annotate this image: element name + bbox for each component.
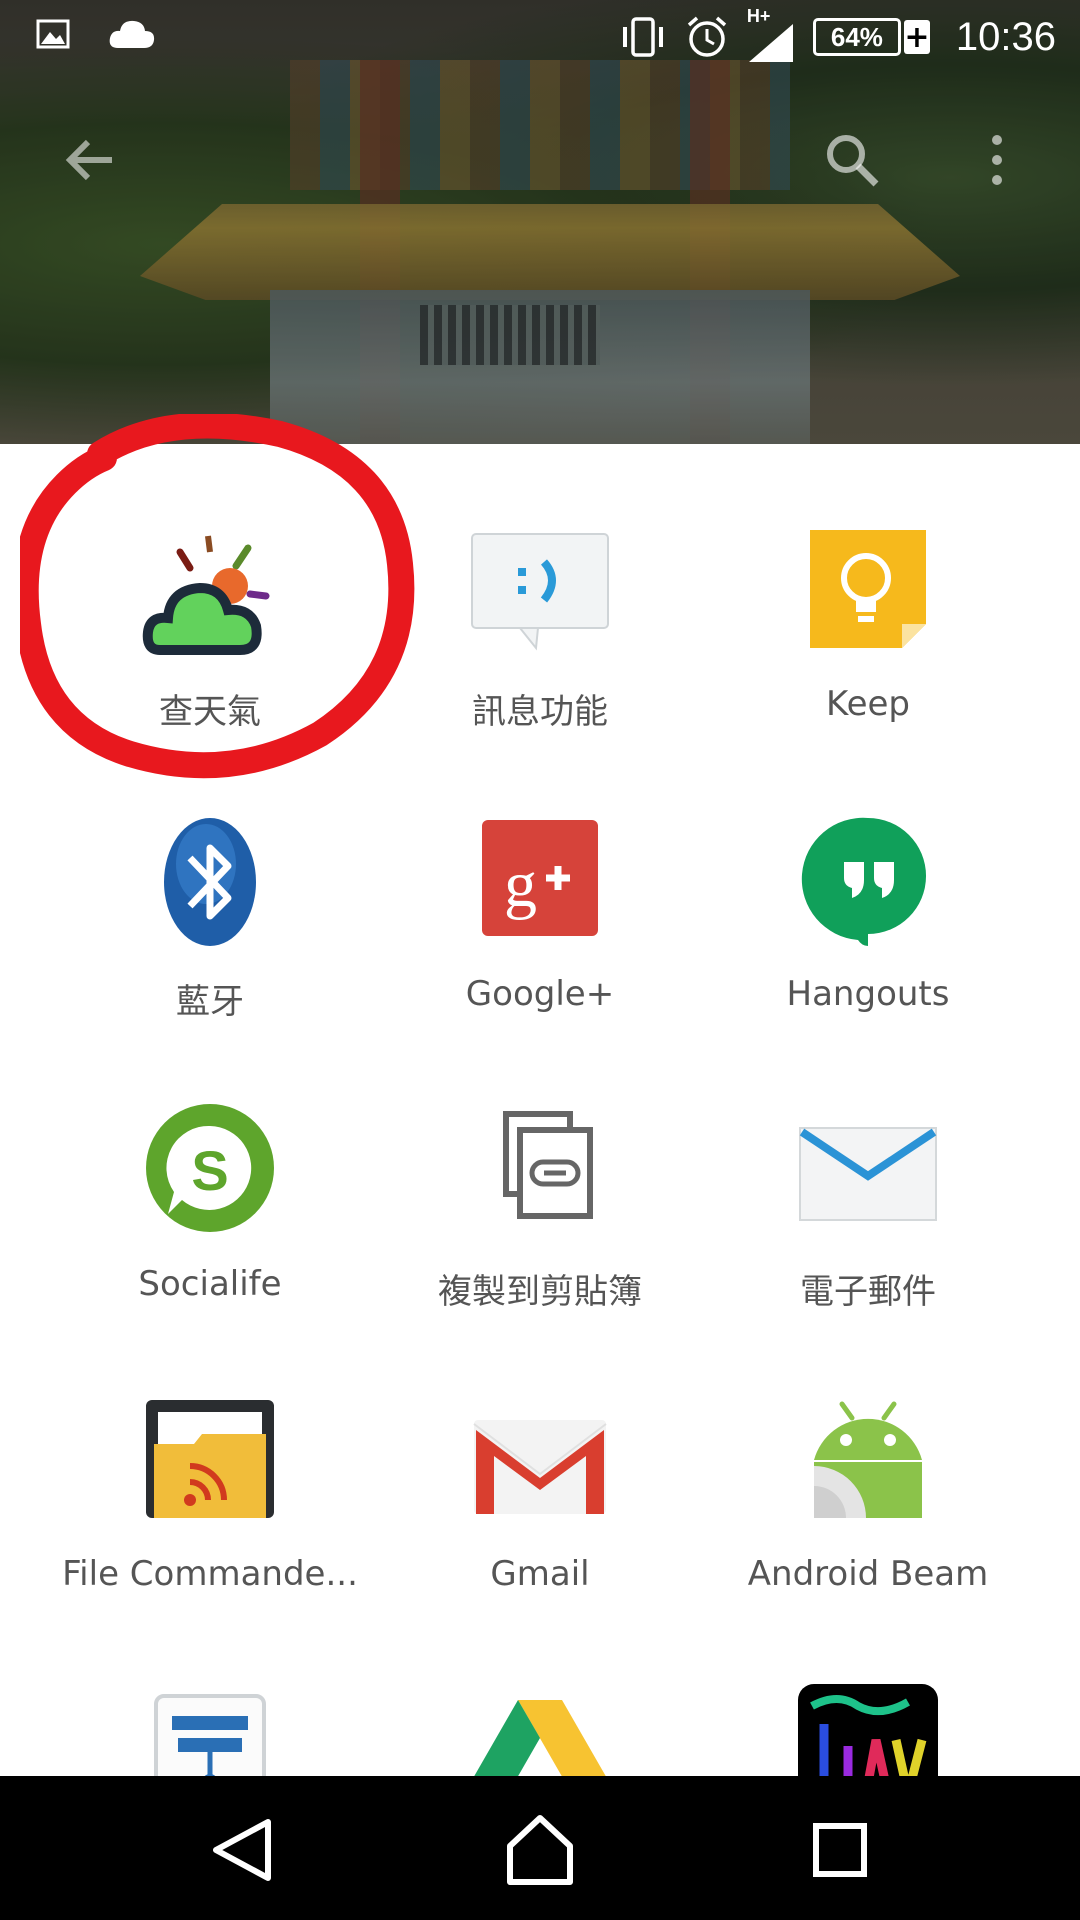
share-target-keep[interactable]: Keep <box>698 444 1038 724</box>
share-target-label: Keep <box>825 684 911 724</box>
hangouts-icon <box>801 817 927 946</box>
status-bar: H+ 64% + 10:36 <box>0 0 1080 75</box>
email-envelope-icon <box>799 1127 937 1221</box>
tiny-app-icon <box>798 1684 938 1776</box>
signal-icon: H+ <box>747 6 795 62</box>
share-target-label: 訊息功能 <box>472 692 608 732</box>
share-target-copy-clipboard[interactable]: 複製到剪貼簿 <box>370 1024 710 1312</box>
weather-cloud-icon <box>142 535 270 655</box>
share-target-label: Google+ <box>465 974 615 1014</box>
share-target-label: File Commande... <box>62 1554 358 1594</box>
google-plus-icon: g <box>482 820 598 936</box>
bluetooth-icon <box>164 818 256 946</box>
gmail-icon <box>473 1420 607 1514</box>
share-target-label: Android Beam <box>747 1554 989 1594</box>
share-target-messaging[interactable]: 訊息功能 <box>370 444 710 732</box>
nav-home-icon[interactable] <box>500 1810 580 1890</box>
svg-text:S: S <box>191 1139 228 1202</box>
share-target-network-app[interactable] <box>40 1604 380 1776</box>
share-target-tiny-app[interactable] <box>698 1604 1038 1776</box>
file-commander-icon <box>146 1400 274 1518</box>
share-sheet-grid: 查天氣 訊息功能 Keep 藍牙 g Google+ Hangouts S So… <box>0 444 1080 1776</box>
share-target-weather[interactable]: 查天氣 <box>40 444 380 732</box>
vibrate-icon <box>622 17 663 57</box>
network-diagram-icon <box>154 1694 266 1776</box>
keep-bulb-icon <box>810 530 926 648</box>
share-target-file-commander[interactable]: File Commande... <box>40 1314 380 1594</box>
share-target-label: 電子郵件 <box>800 1272 936 1312</box>
share-target-label: Gmail <box>490 1554 590 1594</box>
socialife-icon: S <box>146 1104 274 1232</box>
share-target-google-drive[interactable] <box>370 1604 710 1776</box>
share-target-label: Hangouts <box>786 974 950 1014</box>
toolbar <box>0 120 1080 200</box>
battery-level: 64% <box>812 18 901 56</box>
android-beam-icon <box>814 1401 922 1518</box>
image-icon <box>36 19 70 49</box>
share-target-label: 查天氣 <box>159 692 261 732</box>
navigation-bar <box>0 1776 1080 1920</box>
share-target-label: 複製到剪貼簿 <box>438 1272 642 1312</box>
back-arrow-icon[interactable] <box>58 128 122 192</box>
search-icon[interactable] <box>820 128 884 192</box>
google-drive-icon <box>474 1700 606 1776</box>
battery-icon: 64% + <box>812 18 930 56</box>
charging-indicator: + <box>903 19 930 55</box>
clock: 10:36 <box>955 14 1056 59</box>
share-target-label: 藍牙 <box>176 982 244 1022</box>
header-photo: H+ 64% + 10:36 <box>0 0 1080 444</box>
share-target-google-plus[interactable]: g Google+ <box>370 734 710 1014</box>
share-target-socialife[interactable]: S Socialife <box>40 1024 380 1304</box>
share-target-email[interactable]: 電子郵件 <box>698 1024 1038 1312</box>
status-bar-system: H+ 64% + 10:36 <box>619 6 1056 62</box>
share-target-label: Socialife <box>138 1264 282 1304</box>
status-bar-notifications <box>36 18 156 50</box>
share-target-bluetooth[interactable]: 藍牙 <box>40 734 380 1022</box>
copy-link-icon <box>503 1111 593 1219</box>
nav-recents-icon[interactable] <box>800 1810 880 1890</box>
messaging-icon <box>471 533 609 651</box>
nav-back-icon[interactable] <box>202 1810 282 1890</box>
cloud-icon <box>109 20 155 48</box>
svg-text:g: g <box>504 848 537 921</box>
share-target-android-beam[interactable]: Android Beam <box>698 1314 1038 1594</box>
share-target-gmail[interactable]: Gmail <box>370 1314 710 1594</box>
share-target-hangouts[interactable]: Hangouts <box>698 734 1038 1014</box>
more-vert-icon[interactable] <box>982 128 1012 192</box>
alarm-icon <box>687 16 727 57</box>
